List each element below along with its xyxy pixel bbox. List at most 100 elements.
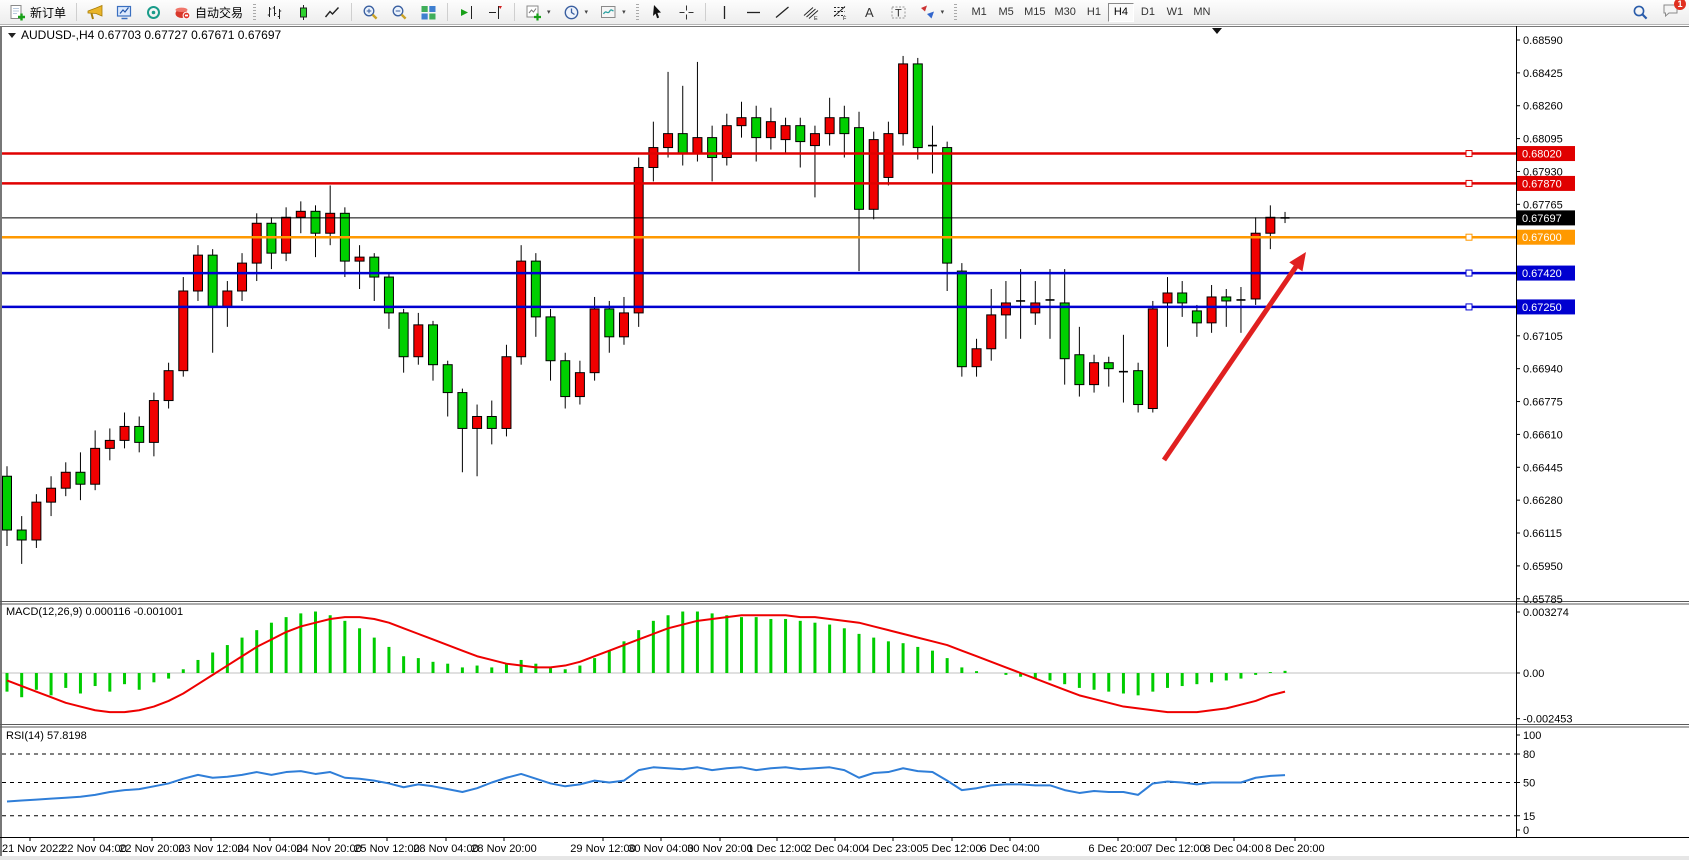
signal-button[interactable]	[140, 2, 167, 23]
chat-button[interactable]: 1	[1662, 2, 1679, 22]
svg-text:0.68590: 0.68590	[1523, 35, 1563, 47]
svg-text:0.67600: 0.67600	[1522, 232, 1562, 244]
channel-tool-button[interactable]: E	[798, 2, 825, 23]
shapes-tool-button[interactable]: ▾	[914, 2, 950, 23]
level-handle[interactable]	[1466, 270, 1472, 276]
horizontal-line-tool-button[interactable]	[740, 2, 767, 23]
svg-text:0.67930: 0.67930	[1523, 166, 1563, 178]
trendline-icon	[774, 4, 791, 21]
auto-trading-button[interactable]: 自动交易	[169, 2, 248, 23]
svg-text:E: E	[814, 16, 818, 21]
svg-text:4 Dec 23:00: 4 Dec 23:00	[863, 843, 922, 855]
svg-text:22 Nov 04:00: 22 Nov 04:00	[61, 843, 126, 855]
equidistant-channel-icon: E	[803, 4, 820, 21]
fibonacci-tool-button[interactable]: F	[827, 2, 854, 23]
tile-windows-button[interactable]	[415, 2, 442, 23]
auto-scroll-icon	[458, 4, 475, 21]
market-watch-button[interactable]	[111, 2, 138, 23]
svg-text:0.66280: 0.66280	[1523, 495, 1563, 507]
timeframe-button-h1[interactable]: H1	[1081, 3, 1107, 22]
toolbar-drag-handle[interactable]	[954, 4, 957, 21]
timeframe-button-m1[interactable]: M1	[966, 3, 992, 22]
level-handle[interactable]	[1466, 304, 1472, 310]
toolbar-drag-handle[interactable]	[636, 4, 639, 21]
svg-text:0.68095: 0.68095	[1523, 134, 1563, 146]
timeframe-button-m30[interactable]: M30	[1051, 3, 1080, 22]
svg-text:0.65785: 0.65785	[1523, 594, 1563, 606]
template-icon	[600, 4, 617, 21]
svg-text:28 Nov 20:00: 28 Nov 20:00	[471, 843, 536, 855]
horn-icon	[87, 4, 104, 21]
fibonacci-icon: F	[832, 4, 849, 21]
svg-text:0.66445: 0.66445	[1523, 462, 1563, 474]
periods-button[interactable]: ▾	[558, 2, 594, 23]
text-tool-button[interactable]: A	[856, 2, 883, 23]
svg-text:0.67250: 0.67250	[1522, 302, 1562, 314]
toolbar-right-tools: 1	[1627, 2, 1685, 23]
alert-horn-button[interactable]	[82, 2, 109, 23]
tile-windows-icon	[420, 4, 437, 21]
dropdown-arrow-icon: ▾	[585, 8, 589, 16]
chart-area[interactable]: 0.680200.678700.676970.676000.674200.672…	[0, 0, 1689, 860]
auto-scroll-button[interactable]	[453, 2, 480, 23]
svg-text:2 Dec 04:00: 2 Dec 04:00	[805, 843, 864, 855]
svg-text:25 Nov 12:00: 25 Nov 12:00	[354, 843, 419, 855]
trendline-tool-button[interactable]	[769, 2, 796, 23]
timeframe-button-d1[interactable]: D1	[1135, 3, 1161, 22]
bar-chart-icon	[266, 4, 283, 21]
separator	[76, 3, 77, 21]
status-strip	[0, 856, 1689, 860]
svg-text:29 Nov 12:00: 29 Nov 12:00	[570, 843, 635, 855]
svg-text:15: 15	[1523, 811, 1535, 823]
candle-chart-type-button[interactable]	[290, 2, 317, 23]
line-chart-type-button[interactable]	[319, 2, 346, 23]
svg-text:F: F	[843, 16, 847, 21]
chart-shift-button[interactable]	[482, 2, 509, 23]
zoom-in-button[interactable]	[357, 2, 384, 23]
toolbar-drag-handle[interactable]	[253, 4, 256, 21]
bar-chart-type-button[interactable]	[261, 2, 288, 23]
timeframe-button-m15[interactable]: M15	[1020, 3, 1049, 22]
separator	[705, 3, 706, 21]
svg-text:0.67765: 0.67765	[1523, 199, 1563, 211]
horizontal-line-icon	[745, 4, 762, 21]
cursor-button[interactable]	[644, 2, 671, 23]
vertical-line-tool-button[interactable]	[711, 2, 738, 23]
dropdown-arrow-icon: ▾	[941, 8, 945, 16]
level-handle[interactable]	[1466, 180, 1472, 186]
templates-button[interactable]: ▾	[595, 2, 631, 23]
svg-text:0.68260: 0.68260	[1523, 101, 1563, 113]
label-tool-button[interactable]: T	[885, 2, 912, 23]
svg-text:28 Nov 04:00: 28 Nov 04:00	[413, 843, 478, 855]
separator	[351, 3, 352, 21]
search-button[interactable]	[1627, 2, 1654, 23]
svg-text:0.67420: 0.67420	[1522, 268, 1562, 280]
level-handle[interactable]	[1466, 151, 1472, 157]
candlestick-icon	[295, 4, 312, 21]
svg-text:8 Dec 04:00: 8 Dec 04:00	[1204, 843, 1263, 855]
vertical-line-icon	[716, 4, 733, 21]
timeframe-button-w1[interactable]: W1	[1162, 3, 1188, 22]
svg-text:6 Dec 04:00: 6 Dec 04:00	[980, 843, 1039, 855]
zoom-out-button[interactable]	[386, 2, 413, 23]
level-handle[interactable]	[1466, 234, 1472, 240]
new-chart-button[interactable]: ▾	[520, 2, 556, 23]
rsi-indicator-label: RSI(14) 57.8198	[6, 730, 87, 742]
text-label-icon: T	[890, 4, 907, 21]
chart-menu-arrow-icon[interactable]	[1212, 28, 1222, 34]
timeframe-button-h4[interactable]: H4	[1108, 3, 1134, 22]
new-order-button[interactable]: 新订单	[4, 2, 71, 23]
crosshair-button[interactable]	[673, 2, 700, 23]
svg-text:0: 0	[1523, 825, 1529, 837]
timeframe-button-mn[interactable]: MN	[1189, 3, 1215, 22]
svg-text:7 Dec 12:00: 7 Dec 12:00	[1146, 843, 1205, 855]
svg-text:30 Nov 04:00: 30 Nov 04:00	[628, 843, 693, 855]
separator	[514, 3, 515, 21]
svg-text:T: T	[895, 7, 902, 19]
auto-trading-label: 自动交易	[195, 4, 243, 21]
search-icon	[1632, 4, 1649, 21]
timeframe-button-m5[interactable]: M5	[993, 3, 1019, 22]
svg-text:24 Nov 20:00: 24 Nov 20:00	[296, 843, 361, 855]
new-order-label: 新订单	[30, 4, 66, 21]
symbol-dropdown-icon[interactable]	[8, 33, 16, 38]
